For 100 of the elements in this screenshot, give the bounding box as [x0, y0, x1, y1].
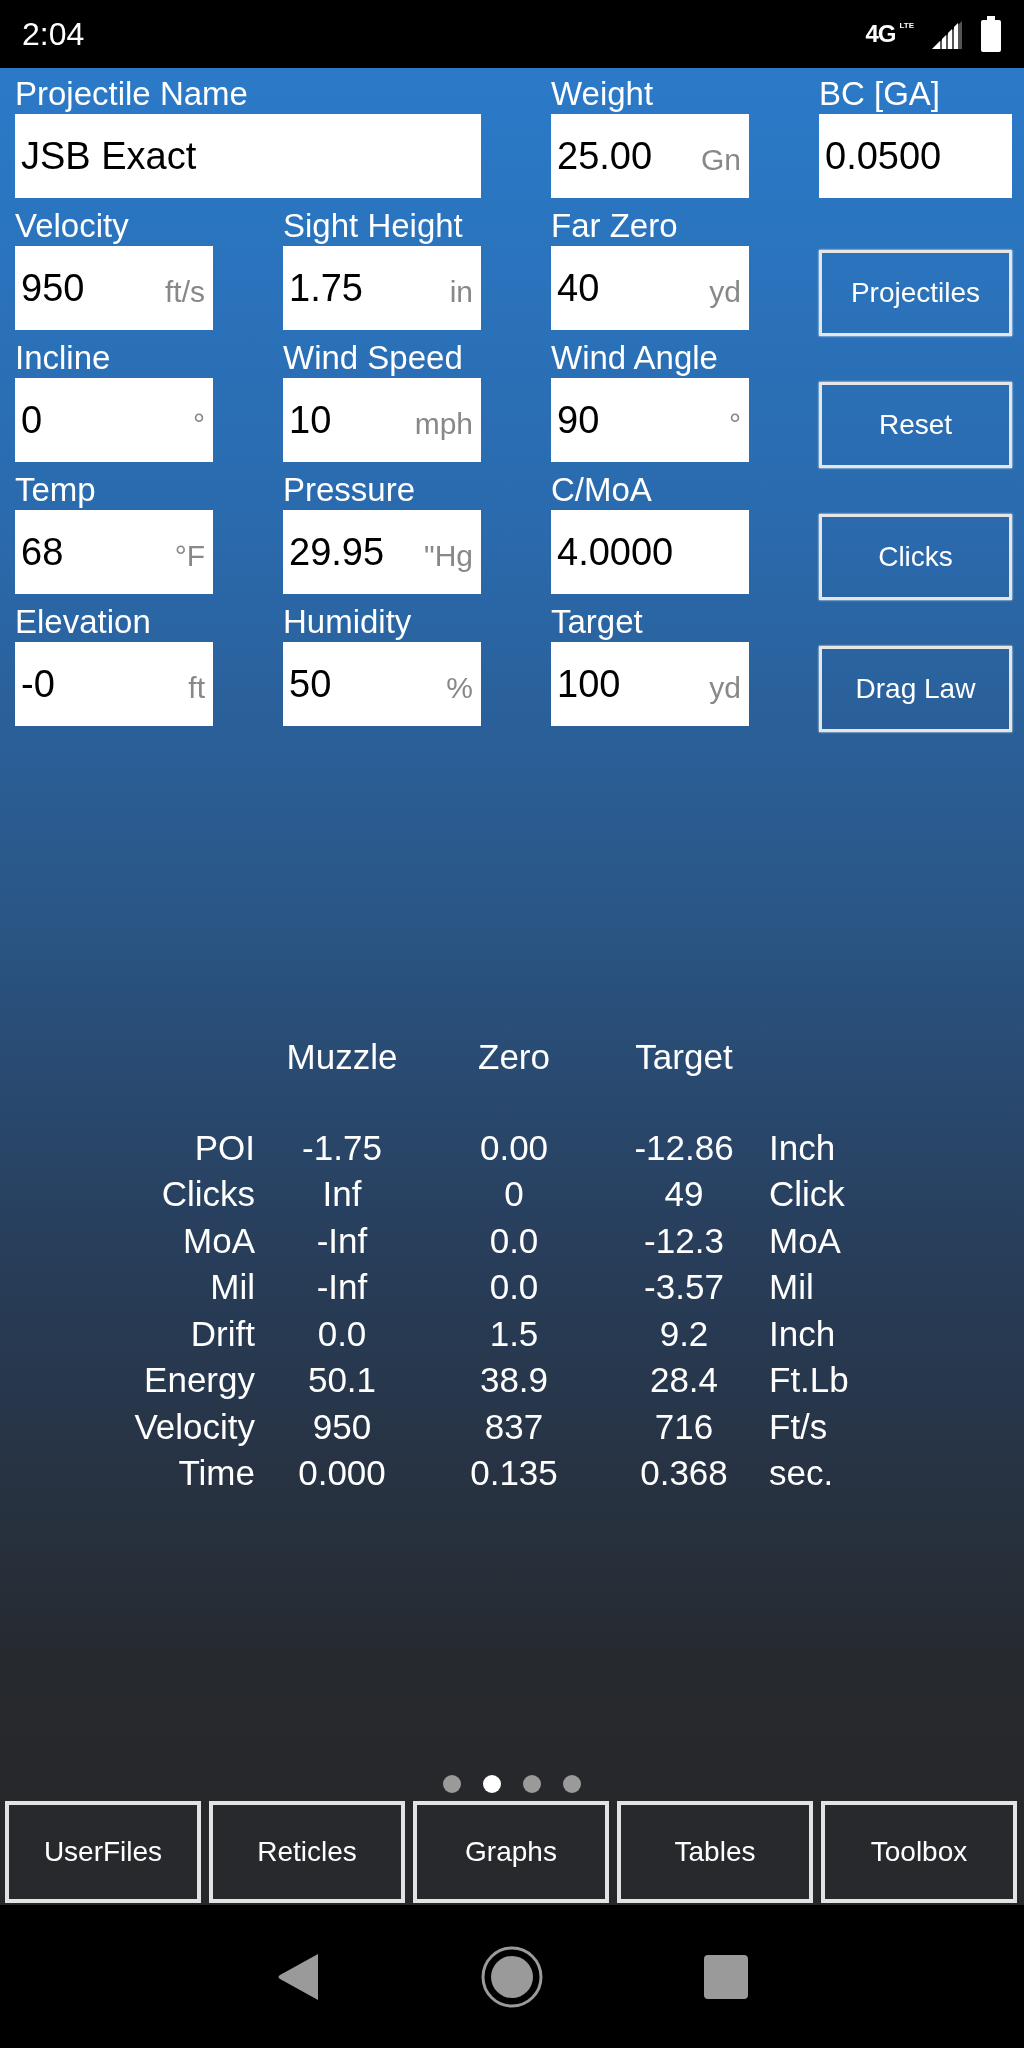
- input-field[interactable]: 40 yd: [551, 246, 749, 330]
- result-value: 0.00: [478, 1126, 550, 1169]
- unit-label: Ft.Lb: [769, 1359, 850, 1401]
- field-label: Weight: [551, 74, 655, 114]
- field-label: Sight Height: [283, 206, 464, 246]
- page-dot[interactable]: [523, 1775, 541, 1793]
- field-label: C/MoA: [551, 470, 653, 510]
- nav-button[interactable]: Graphs: [413, 1801, 609, 1903]
- result-value: -Inf: [315, 1266, 369, 1308]
- input-field[interactable]: 68 °F: [15, 510, 213, 594]
- result-value: 0.000: [297, 1452, 387, 1494]
- field-value: -0: [21, 661, 55, 707]
- row-label: Drift: [189, 1312, 255, 1355]
- input-field[interactable]: 90 °: [551, 378, 749, 462]
- result-value: 0.135: [469, 1452, 559, 1494]
- unit-label: ft/s: [165, 273, 205, 310]
- input-field[interactable]: 1.75 in: [283, 246, 481, 330]
- unit-label: MoA: [769, 1219, 842, 1262]
- nav-button[interactable]: Tables: [617, 1801, 813, 1903]
- field-label: Elevation: [15, 602, 152, 642]
- row-label: POI: [193, 1126, 255, 1169]
- column-header: Target: [634, 1036, 734, 1078]
- input-field[interactable]: 50 %: [283, 642, 481, 726]
- row-label: Clicks: [160, 1173, 255, 1215]
- nav-button[interactable]: UserFiles: [5, 1801, 201, 1903]
- nav-button[interactable]: Reticles: [209, 1801, 405, 1903]
- result-value: -12.86: [633, 1126, 735, 1169]
- field-value: 1.75: [289, 265, 363, 311]
- field-label: Projectile Name: [15, 74, 249, 114]
- field-value: 100: [557, 661, 621, 707]
- result-value: 49: [663, 1173, 705, 1215]
- row-label: Mil: [209, 1266, 255, 1308]
- unit-label: °: [193, 405, 205, 442]
- row-label: MoA: [182, 1219, 255, 1262]
- field-value: 68: [21, 529, 64, 575]
- field-label: Incline: [15, 338, 112, 378]
- side-button[interactable]: Drag Law: [819, 646, 1012, 732]
- field-label: Wind Angle: [551, 338, 719, 378]
- recents-icon[interactable]: [704, 1954, 748, 1999]
- page-dot[interactable]: [563, 1775, 581, 1793]
- field-value: 10: [289, 397, 332, 443]
- input-field[interactable]: -0 ft: [15, 642, 213, 726]
- unit-label: sec.: [769, 1452, 835, 1494]
- back-icon[interactable]: [276, 1951, 320, 2002]
- unit-label: "Hg: [424, 537, 473, 574]
- unit-label: %: [446, 669, 473, 706]
- unit-label: Inch: [769, 1312, 837, 1355]
- unit-label: Ft/s: [769, 1405, 829, 1448]
- row-label: Time: [177, 1452, 255, 1494]
- input-field[interactable]: 29.95 "Hg: [283, 510, 481, 594]
- input-field[interactable]: 4.0000: [551, 510, 749, 594]
- result-value: -1.75: [301, 1126, 383, 1169]
- side-button[interactable]: Clicks: [819, 514, 1012, 600]
- field-label: Pressure: [283, 470, 417, 510]
- result-value: 1.5: [488, 1312, 540, 1355]
- result-value: 0.0: [316, 1312, 368, 1355]
- result-value: 950: [311, 1405, 373, 1448]
- result-value: 50.1: [306, 1359, 378, 1401]
- field-value: 25.00: [557, 133, 653, 179]
- side-button[interactable]: Reset: [819, 382, 1012, 468]
- network-sublabel: LTE: [899, 22, 914, 30]
- page-dot[interactable]: [483, 1775, 501, 1793]
- unit-label: Gn: [700, 141, 741, 178]
- unit-label: Click: [769, 1173, 846, 1215]
- result-value: 0: [503, 1173, 525, 1215]
- field-label: Wind Speed: [283, 338, 464, 378]
- input-field[interactable]: 10 mph: [283, 378, 481, 462]
- input-field[interactable]: 25.00 Gn: [551, 114, 749, 198]
- result-value: Inf: [321, 1173, 363, 1215]
- result-value: 0.0: [488, 1219, 540, 1262]
- page-dot[interactable]: [443, 1775, 461, 1793]
- battery-icon: [980, 16, 1002, 52]
- input-field[interactable]: 0 °: [15, 378, 213, 462]
- field-value: 4.0000: [557, 529, 674, 575]
- field-label: Velocity: [15, 206, 130, 246]
- unit-label: ft: [188, 669, 205, 706]
- field-value: 40: [557, 265, 600, 311]
- field-label: Far Zero: [551, 206, 679, 246]
- field-value: 50: [289, 661, 332, 707]
- input-field[interactable]: 0.0500: [819, 114, 1012, 198]
- side-button[interactable]: Projectiles: [819, 250, 1012, 336]
- field-value: 950: [21, 265, 85, 311]
- result-value: 38.9: [478, 1359, 550, 1401]
- result-value: 837: [483, 1405, 545, 1448]
- unit-label: °: [729, 405, 741, 442]
- result-value: -Inf: [315, 1219, 369, 1262]
- unit-label: in: [449, 273, 473, 310]
- column-header: Muzzle: [285, 1036, 399, 1078]
- result-value: -12.3: [643, 1219, 725, 1262]
- result-value: -3.57: [643, 1266, 725, 1308]
- unit-label: Mil: [769, 1266, 815, 1308]
- status-time: 2:04: [22, 15, 85, 54]
- input-field[interactable]: JSB Exact: [15, 114, 481, 198]
- home-icon[interactable]: [480, 1944, 544, 2009]
- field-label: Target: [551, 602, 644, 642]
- unit-label: yd: [709, 273, 741, 310]
- field-value: 29.95: [289, 529, 385, 575]
- nav-button[interactable]: Toolbox: [821, 1801, 1017, 1903]
- input-field[interactable]: 950 ft/s: [15, 246, 213, 330]
- input-field[interactable]: 100 yd: [551, 642, 749, 726]
